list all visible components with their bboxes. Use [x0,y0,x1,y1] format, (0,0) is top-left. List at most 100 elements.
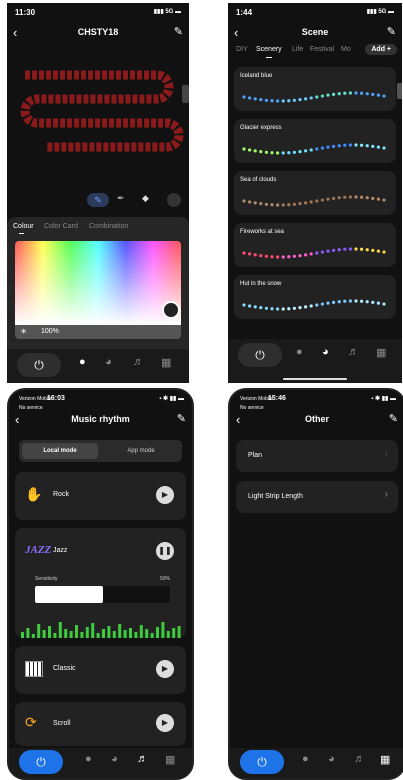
light-dot [242,303,246,307]
edit-icon[interactable]: ✎ [174,25,183,38]
bulb-icon[interactable]: ● [296,346,303,358]
pause-button[interactable]: ❚❚ [156,542,174,560]
scene-card[interactable]: Hut in the snow [234,275,396,319]
power-button[interactable]: ⏻ [240,750,284,774]
tab-diy[interactable]: DIY [236,46,248,53]
scene-name: Glacier express [240,125,282,131]
status-bar: 11:30 ▮▮▮ 5G ▬ [7,3,189,21]
edit-icon[interactable]: ✎ [387,25,396,38]
tab-colour[interactable]: Colour [13,223,34,230]
light-dot [332,144,336,148]
scene-screen: 1:44 ▮▮▮ 5G ▬ ‹ Scene ✎ DIY Scenery Life… [228,3,402,383]
light-dot [264,98,268,102]
song-card-scroll[interactable]: ⟳ Scroll ▶ [15,702,186,746]
palette-icon[interactable]: ◕ [105,356,112,368]
eq-bar [129,628,132,638]
status-bar: Verizon Mobile No service 16:03 ▪ ✱ ▮▮ ▬ [9,390,192,411]
palette-icon[interactable]: ◕ [322,346,329,358]
clear-icon[interactable] [167,193,181,207]
color-picker[interactable] [15,241,181,325]
light-dot [298,202,302,206]
grid-icon[interactable]: ▦ [165,753,175,766]
eraser-icon[interactable]: ◆ [142,193,149,204]
status-icons: ▪ ✱ ▮▮ ▬ [159,396,184,402]
bulb-icon[interactable]: ● [85,753,92,765]
brightness-bar[interactable]: ☀ 100% [15,325,181,339]
light-dot [337,144,341,148]
home-indicator[interactable] [283,378,347,380]
brush-icon[interactable]: ✎ [87,193,109,207]
tab-scenery[interactable]: Scenery [256,46,282,53]
light-dot [253,305,257,309]
palette-icon[interactable]: ◕ [328,753,335,765]
light-dot [287,151,291,155]
side-handle[interactable] [397,83,402,99]
color-picker-handle[interactable] [162,301,180,319]
power-button[interactable]: ⏻ [238,343,282,367]
light-dot [270,203,274,207]
light-dot [348,143,352,147]
power-button[interactable]: ⏻ [19,750,63,774]
edit-icon[interactable]: ✎ [389,412,398,425]
draw-tools: ✎ ✒ ◆ [87,193,185,209]
tab-life[interactable]: Life [292,46,303,53]
tab-color-card[interactable]: Color Card [44,223,78,230]
scene-card[interactable]: Iceland blue [234,67,396,111]
song-card-classic[interactable]: Classic ▶ [15,646,186,694]
grid-icon[interactable]: ▦ [161,356,171,369]
light-dot [343,299,347,303]
song-card-rock[interactable]: ✋ Rock ▶ [15,472,186,520]
status-time: 16:03 [47,395,65,402]
edit-icon[interactable]: ✎ [177,412,186,425]
grid-icon[interactable]: ▦ [376,346,386,359]
piano-icon [25,661,43,677]
scene-card[interactable]: Fireworks at sea [234,223,396,267]
eq-bar [134,632,138,638]
light-dot [354,299,358,303]
add-button[interactable]: Add + [365,44,397,55]
tab-app-mode[interactable]: App mode [103,443,179,459]
eq-bar [64,629,68,638]
power-button[interactable]: ⏻ [17,353,61,377]
pen-icon[interactable]: ✒ [117,193,125,204]
music-icon[interactable]: ♬ [348,346,359,358]
play-button[interactable]: ▶ [156,486,174,504]
bulb-icon[interactable]: ● [79,356,86,368]
play-button[interactable]: ▶ [156,714,174,732]
light-dot [292,202,296,206]
light-dot [270,255,274,259]
bulb-icon[interactable]: ● [302,753,309,765]
palette-icon[interactable]: ◕ [111,753,118,765]
light-dot [264,202,268,206]
light-dot [253,201,257,205]
play-button[interactable]: ▶ [156,660,174,678]
eq-bar [96,633,100,638]
page-title: Music rhythm [71,414,130,424]
grid-icon[interactable]: ▦ [380,753,390,766]
light-dot [382,198,386,202]
scene-card[interactable]: Glacier express [234,119,396,163]
music-icon[interactable]: ♬ [133,356,144,368]
light-dot [248,96,252,100]
music-icon[interactable]: ♬ [354,753,365,765]
light-dot [326,301,330,305]
song-name: Rock [53,491,69,498]
settings-item-light-strip-length[interactable]: Light Strip Length › [236,481,398,513]
tab-festival[interactable]: Festival [310,46,334,53]
rock-hand-icon: ✋ [25,486,43,502]
light-dot [343,247,347,251]
tab-more[interactable]: Mo [341,46,351,53]
light-dot [337,248,341,252]
song-card-jazz[interactable]: JAZZ Jazz ❚❚ Sensitivity 50% [15,528,186,638]
scene-card[interactable]: Sea of clouds [234,171,396,215]
music-icon[interactable]: ♬ [137,753,148,765]
page-title: CHSTY18 [77,27,119,37]
light-dot [259,150,263,154]
tab-local-mode[interactable]: Local mode [22,443,98,459]
tab-indicator [266,57,272,58]
light-dot [360,91,364,95]
sensitivity-slider[interactable] [35,586,170,603]
settings-item-plan[interactable]: Plan › [236,440,398,472]
tab-combination[interactable]: Combination [89,223,128,230]
header: ‹ CHSTY18 ✎ [7,23,189,43]
